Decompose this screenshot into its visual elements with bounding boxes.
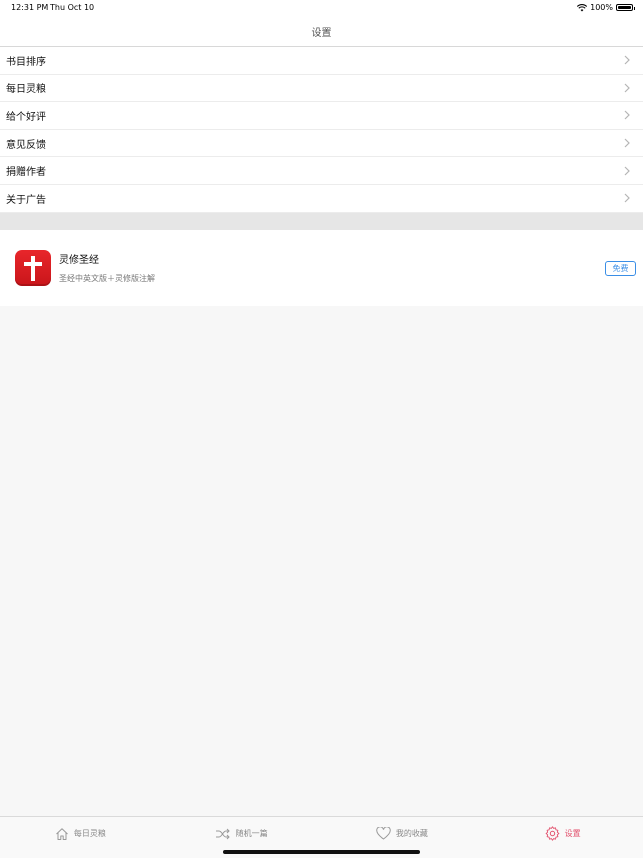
nav-bar: 设置 <box>0 16 643 47</box>
menu-item-feedback[interactable]: 意见反馈 <box>0 130 643 158</box>
chevron-right-icon <box>624 55 630 65</box>
tab-random[interactable]: 随机一篇 <box>161 817 322 850</box>
wifi-icon <box>577 3 588 11</box>
page-title: 设置 <box>311 27 332 39</box>
menu-item-label: 关于广告 <box>6 194 46 206</box>
tab-daily-bread[interactable]: 每日灵粮 <box>0 817 161 850</box>
status-time: 12:31 PM <box>11 3 49 12</box>
tab-label: 随机一篇 <box>235 829 268 838</box>
shuffle-icon <box>215 828 230 839</box>
battery-percent: 100% <box>590 3 613 12</box>
menu-item-label: 书目排序 <box>6 56 46 68</box>
tab-label: 我的收藏 <box>395 829 428 838</box>
menu-item-rate-app[interactable]: 给个好评 <box>0 102 643 130</box>
chevron-right-icon <box>624 166 630 176</box>
status-bar: 12:31 PM Thu Oct 10 100% <box>0 0 643 16</box>
cross-icon <box>24 256 42 281</box>
gear-icon <box>545 826 559 841</box>
tab-favorites[interactable]: 我的收藏 <box>322 817 483 850</box>
free-download-button[interactable]: 免费 <box>605 261 636 276</box>
menu-item-label: 给个好评 <box>6 111 46 123</box>
chevron-right-icon <box>624 193 630 203</box>
menu-item-about-ads[interactable]: 关于广告 <box>0 185 643 213</box>
chevron-right-icon <box>624 138 630 148</box>
menu-item-label: 每日灵粮 <box>6 84 46 96</box>
battery-icon <box>616 4 635 11</box>
cross-app-icon[interactable] <box>15 250 51 286</box>
tab-settings[interactable]: 设置 <box>482 817 643 850</box>
ad-banner[interactable]: 灵修圣经 圣经中英文版＋灵修版注解 免费 <box>0 230 643 306</box>
heart-icon <box>376 827 391 840</box>
menu-item-label: 意见反馈 <box>6 139 46 151</box>
tab-label: 设置 <box>564 829 581 838</box>
status-right: 100% <box>577 3 635 12</box>
tab-label: 每日灵粮 <box>73 829 106 838</box>
home-indicator[interactable] <box>223 850 420 854</box>
menu-item-donate[interactable]: 捐赠作者 <box>0 157 643 185</box>
chevron-right-icon <box>624 111 630 120</box>
home-icon <box>56 827 68 840</box>
menu-item-book-order[interactable]: 书目排序 <box>0 47 643 75</box>
status-date: Thu Oct 10 <box>50 3 95 12</box>
ad-title: 灵修圣经 <box>59 255 99 266</box>
settings-menu: 书目排序 每日灵粮 给个好评 意见反馈 捐赠作者 关于广告 <box>0 47 643 213</box>
menu-item-daily-bread[interactable]: 每日灵粮 <box>0 75 643 103</box>
menu-item-label: 捐赠作者 <box>6 167 46 179</box>
chevron-right-icon <box>624 83 630 93</box>
ad-subtitle: 圣经中英文版＋灵修版注解 <box>59 274 155 283</box>
section-divider <box>0 213 643 230</box>
